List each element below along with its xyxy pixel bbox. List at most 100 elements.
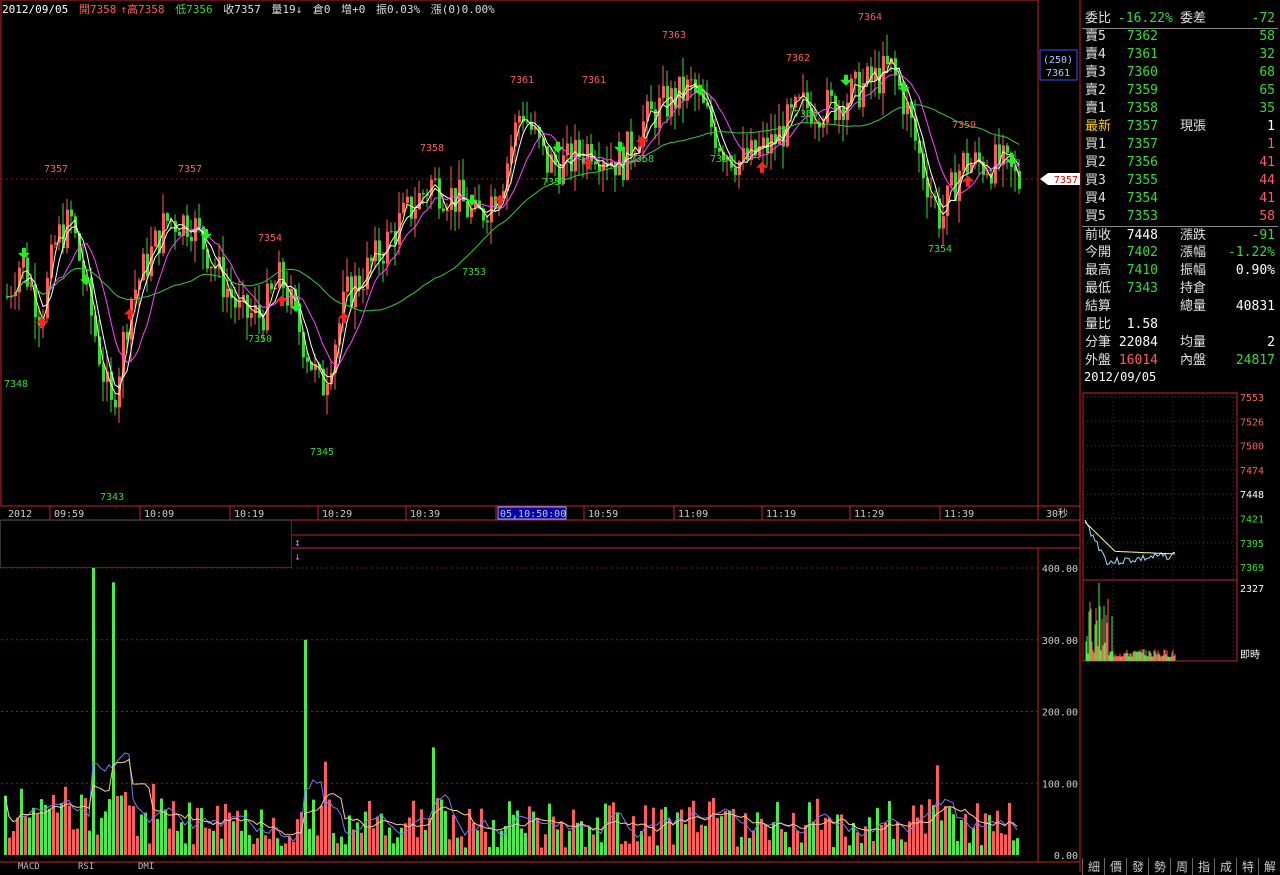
low-row: 最低 7343 持倉 bbox=[1082, 280, 1278, 298]
right-tab-9[interactable]: 解 bbox=[1258, 858, 1280, 875]
volume-bar bbox=[548, 803, 551, 855]
volume-bar bbox=[480, 808, 483, 855]
volume-bar bbox=[72, 829, 75, 855]
price-extreme-label: 7357 bbox=[44, 164, 68, 175]
volume-bar bbox=[400, 827, 403, 855]
volume-bar bbox=[288, 836, 291, 855]
time-axis-label: 10:09 bbox=[144, 509, 174, 520]
outer-inner-row: 外盤 16014 內盤 24817 bbox=[1082, 352, 1278, 370]
buy-signal-arrow-icon bbox=[36, 317, 48, 329]
candle-body bbox=[226, 288, 229, 298]
volume-bar bbox=[284, 843, 287, 855]
sell-qty: 35 bbox=[1259, 101, 1275, 116]
volume-bar bbox=[844, 836, 847, 855]
volume-bar bbox=[620, 844, 623, 855]
mini-mode-label[interactable]: 即時 bbox=[1240, 649, 1260, 661]
volume-bar bbox=[628, 843, 631, 855]
sell-price: 7359 bbox=[1126, 83, 1158, 98]
volume-bar bbox=[924, 833, 927, 855]
right-tab-5[interactable]: 周 bbox=[1170, 858, 1193, 875]
volume-bar bbox=[8, 837, 11, 855]
volume-bar bbox=[324, 761, 327, 855]
price-extreme-label: 7357 bbox=[178, 164, 202, 175]
volume-bar bbox=[564, 847, 567, 855]
volume-bar bbox=[476, 830, 479, 855]
volume-grid bbox=[1, 567, 1038, 784]
tab-rsi[interactable]: RSI bbox=[78, 862, 94, 872]
candle-body bbox=[442, 208, 445, 211]
candle-body bbox=[382, 260, 385, 264]
volume-bar bbox=[680, 809, 683, 855]
volume-bar bbox=[176, 830, 179, 855]
time-axis-label: 11:19 bbox=[766, 509, 796, 520]
tab-macd[interactable]: MACD bbox=[18, 862, 40, 872]
right-tab-3[interactable]: 發 bbox=[1126, 858, 1149, 875]
volume-bar bbox=[208, 828, 211, 855]
interval-label[interactable]: 30秒 bbox=[1046, 507, 1068, 520]
volume-bar bbox=[744, 813, 747, 855]
candle-body bbox=[994, 144, 997, 184]
volume-bar bbox=[116, 795, 119, 855]
volume-bar bbox=[660, 809, 663, 855]
volume-bar bbox=[868, 817, 871, 855]
volume-bar bbox=[424, 829, 427, 855]
right-tab-4[interactable]: 勢 bbox=[1148, 858, 1171, 875]
candle-body bbox=[854, 71, 857, 79]
sell-row-5: 賣1 7358 35 bbox=[1082, 100, 1278, 118]
volume-bar bbox=[700, 824, 703, 855]
amp-label: 振幅 bbox=[1180, 263, 1207, 278]
volume-bar bbox=[160, 798, 163, 855]
candle-body bbox=[154, 230, 157, 247]
candle-body bbox=[198, 218, 201, 227]
volume-bar bbox=[968, 842, 971, 855]
candle-body bbox=[942, 216, 945, 229]
right-tab-7[interactable]: 成 bbox=[1214, 858, 1237, 875]
volume-axis-label: 100.00 bbox=[1042, 779, 1078, 790]
volume-bar bbox=[16, 817, 19, 855]
candle-body bbox=[950, 172, 953, 186]
sell-qty: 65 bbox=[1259, 83, 1275, 98]
right-tab-6[interactable]: 指 bbox=[1192, 858, 1215, 875]
volume-bar bbox=[144, 812, 147, 855]
scroll-arrow-icon[interactable]: ↕ bbox=[294, 536, 301, 549]
right-tab-2[interactable]: 價 bbox=[1104, 858, 1127, 875]
volume-bar bbox=[972, 827, 975, 855]
volume-bar bbox=[808, 802, 811, 855]
candle-body bbox=[374, 240, 377, 262]
right-tab-1[interactable]: 細 bbox=[1082, 858, 1105, 875]
volume-bar bbox=[920, 804, 923, 855]
header-close: 收7357 bbox=[223, 3, 261, 16]
volume-bar bbox=[452, 814, 455, 855]
candle-body bbox=[762, 137, 765, 147]
candle-body bbox=[378, 240, 381, 261]
volume-bar bbox=[344, 844, 347, 855]
candle-body bbox=[70, 209, 73, 217]
time-axis: 2012 09:59 10:09 10:19 10:29 10:39 05,10:50:00… bbox=[8, 506, 1068, 520]
prev-close-label: 前收 bbox=[1085, 228, 1112, 243]
volume-bar bbox=[36, 814, 39, 855]
volume-bar bbox=[560, 823, 563, 855]
volume-bar bbox=[508, 801, 511, 855]
volume-bar bbox=[1016, 838, 1019, 855]
volume-axis-label: 300.00 bbox=[1042, 636, 1078, 647]
candles-layer bbox=[6, 34, 1021, 423]
high-label: 最高 bbox=[1085, 263, 1112, 278]
buy-price: 7355 bbox=[1126, 173, 1158, 188]
candle-body bbox=[278, 262, 281, 288]
volume-bar bbox=[528, 806, 531, 855]
volume-bar bbox=[936, 765, 939, 855]
header-high: ↑高7358 bbox=[120, 3, 165, 16]
volume-bar bbox=[1000, 833, 1003, 855]
last-row: 最新 7357 現張 1 bbox=[1082, 118, 1278, 136]
price-extreme-label: 7358 bbox=[630, 154, 654, 165]
right-tab-8[interactable]: 特 bbox=[1236, 858, 1259, 875]
volume-bar bbox=[856, 832, 859, 855]
scroll-arrow-down-icon[interactable]: ↓ bbox=[294, 550, 301, 563]
volume-bar bbox=[832, 847, 835, 855]
time-axis-label: 11:09 bbox=[678, 509, 708, 520]
candle-body bbox=[866, 66, 869, 84]
candle-body bbox=[402, 202, 405, 214]
time-axis-label: 10:39 bbox=[410, 509, 440, 520]
tab-dmi[interactable]: DMI bbox=[138, 862, 154, 872]
volume-bar bbox=[932, 805, 935, 855]
